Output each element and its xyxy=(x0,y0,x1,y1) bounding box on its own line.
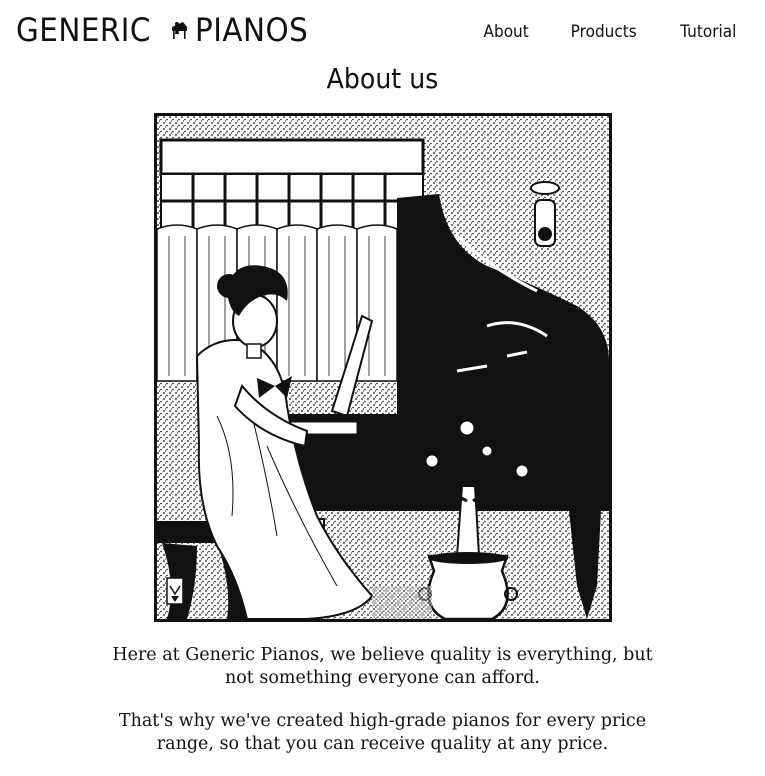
page-title: About us xyxy=(326,62,439,95)
brand-logo-link[interactable]: GENERIC PIANOS xyxy=(16,14,318,46)
about-paragraph-2: That's why we've created high-grade pian… xyxy=(118,711,647,754)
about-copy: Here at Generic Pianos, we believe quali… xyxy=(0,644,765,776)
nav-link-about[interactable]: About xyxy=(483,22,528,42)
brand-name-left: GENERIC xyxy=(16,11,151,49)
nav-link-products[interactable]: Products xyxy=(571,22,637,42)
main-navigation: About Products Tutorial xyxy=(481,22,739,42)
about-paragraph-1: Here at Generic Pianos, we believe quali… xyxy=(112,645,653,688)
site-header: GENERIC PIANOS About Products Tutorial xyxy=(0,0,765,64)
woman-playing-grand-piano-illustration xyxy=(154,113,612,622)
piano-icon xyxy=(169,18,189,42)
nav-link-tutorial[interactable]: Tutorial xyxy=(680,22,736,42)
brand-name-right: PIANOS xyxy=(194,11,308,49)
